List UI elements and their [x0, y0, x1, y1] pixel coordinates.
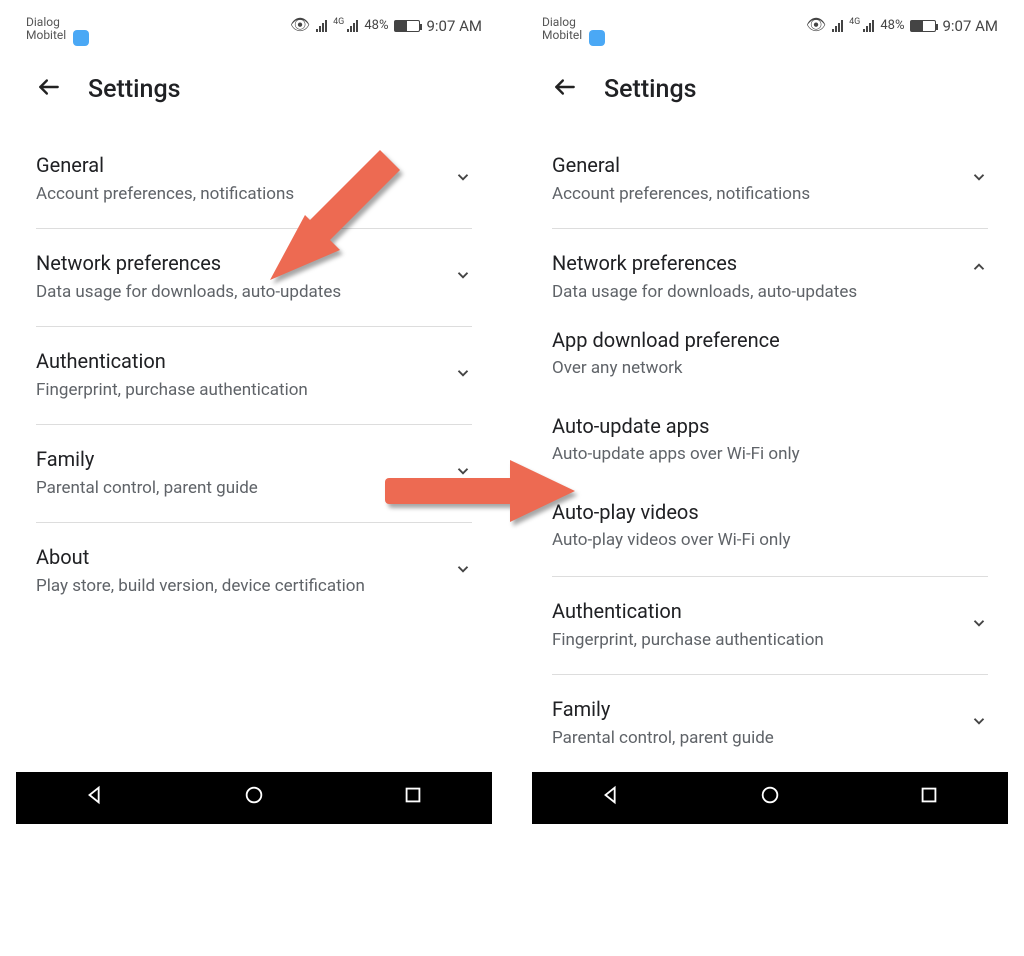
- chevron-down-icon: [970, 711, 988, 735]
- item-subtitle: Play store, build version, device certif…: [36, 575, 432, 598]
- item-title: Family: [36, 447, 432, 471]
- phone-screenshot-right: Dialog Mobitel 👁 4G 48% 9:07 AM Settings: [532, 10, 1008, 824]
- item-subtitle: Parental control, parent guide: [552, 727, 948, 750]
- chevron-up-icon: [970, 257, 988, 281]
- item-title: General: [36, 153, 432, 177]
- item-subtitle: Data usage for downloads, auto-updates: [552, 281, 948, 304]
- phone-screenshot-left: Dialog Mobitel 👁 4G 48% 9:07 AM Settings: [16, 10, 492, 824]
- settings-subitem-auto-update-apps[interactable]: Auto-update apps Auto-update apps over W…: [552, 396, 988, 482]
- settings-subitem-auto-play-videos[interactable]: Auto-play videos Auto-play videos over W…: [552, 482, 988, 577]
- settings-item-family[interactable]: Family Parental control, parent guide: [552, 675, 988, 772]
- carrier-2: Mobitel: [542, 28, 582, 42]
- nav-back-button[interactable]: [600, 784, 622, 811]
- carrier-2: Mobitel: [26, 28, 66, 42]
- item-subtitle: Over any network: [552, 358, 948, 378]
- settings-subitem-app-download-preference[interactable]: App download preference Over any network: [552, 310, 988, 396]
- settings-item-about[interactable]: About Play store, build version, device …: [36, 523, 472, 620]
- item-subtitle: Fingerprint, purchase authentication: [36, 379, 432, 402]
- battery-percent: 48%: [880, 18, 904, 33]
- item-subtitle: Auto-play videos over Wi-Fi only: [552, 530, 948, 550]
- chevron-down-icon: [454, 265, 472, 289]
- settings-item-family[interactable]: Family Parental control, parent guide: [36, 425, 472, 523]
- chevron-down-icon: [970, 167, 988, 191]
- item-subtitle: Fingerprint, purchase authentication: [552, 629, 948, 652]
- battery-icon: [910, 20, 936, 32]
- settings-item-network[interactable]: Network preferences Data usage for downl…: [36, 229, 472, 327]
- chevron-down-icon: [454, 559, 472, 583]
- item-title: Auto-update apps: [552, 414, 948, 438]
- page-title: Settings: [604, 75, 697, 104]
- back-button[interactable]: [36, 74, 62, 105]
- settings-item-general[interactable]: General Account preferences, notificatio…: [552, 131, 988, 229]
- item-subtitle: Data usage for downloads, auto-updates: [36, 281, 432, 304]
- settings-list: General Account preferences, notificatio…: [532, 131, 1008, 772]
- lte-icon: 4G: [849, 17, 860, 27]
- android-nav-bar: [16, 772, 492, 824]
- clock: 9:07 AM: [426, 17, 482, 35]
- nav-back-button[interactable]: [84, 784, 106, 811]
- app-header: Settings: [532, 54, 1008, 131]
- item-subtitle: Account preferences, notifications: [36, 183, 432, 206]
- page-title: Settings: [88, 75, 181, 104]
- status-bar: Dialog Mobitel 👁 4G 48% 9:07 AM: [532, 10, 1008, 54]
- nav-recents-button[interactable]: [402, 784, 424, 811]
- chevron-down-icon: [454, 363, 472, 387]
- eye-comfort-icon: 👁: [806, 15, 826, 34]
- item-title: Network preferences: [36, 251, 432, 275]
- signal-bars-icon-2: [347, 20, 358, 32]
- item-title: About: [36, 545, 432, 569]
- back-button[interactable]: [552, 74, 578, 105]
- settings-list: General Account preferences, notificatio…: [16, 131, 492, 620]
- eye-comfort-icon: 👁: [290, 15, 310, 34]
- nav-home-button[interactable]: [243, 784, 265, 811]
- chevron-down-icon: [454, 461, 472, 485]
- item-title: Authentication: [36, 349, 432, 373]
- signal-bars-icon-2: [863, 20, 874, 32]
- nav-home-button[interactable]: [759, 784, 781, 811]
- battery-percent: 48%: [364, 18, 388, 33]
- item-title: Authentication: [552, 599, 948, 623]
- app-header: Settings: [16, 54, 492, 131]
- signal-bars-icon: [316, 20, 327, 32]
- signal-bars-icon: [832, 20, 843, 32]
- clock: 9:07 AM: [942, 17, 998, 35]
- item-subtitle: Auto-update apps over Wi-Fi only: [552, 444, 948, 464]
- item-title: Auto-play videos: [552, 500, 948, 524]
- item-title: Family: [552, 697, 948, 721]
- notification-icon: [589, 30, 605, 46]
- settings-item-authentication[interactable]: Authentication Fingerprint, purchase aut…: [36, 327, 472, 425]
- settings-item-authentication[interactable]: Authentication Fingerprint, purchase aut…: [552, 577, 988, 675]
- notification-icon: [73, 30, 89, 46]
- nav-recents-button[interactable]: [918, 784, 940, 811]
- item-subtitle: Parental control, parent guide: [36, 477, 432, 500]
- lte-icon: 4G: [333, 17, 344, 27]
- battery-icon: [394, 20, 420, 32]
- item-subtitle: Account preferences, notifications: [552, 183, 948, 206]
- item-title: General: [552, 153, 948, 177]
- settings-item-network[interactable]: Network preferences Data usage for downl…: [552, 229, 988, 310]
- item-title: Network preferences: [552, 251, 948, 275]
- android-nav-bar: [532, 772, 1008, 824]
- chevron-down-icon: [970, 613, 988, 637]
- chevron-down-icon: [454, 167, 472, 191]
- settings-item-general[interactable]: General Account preferences, notificatio…: [36, 131, 472, 229]
- status-bar: Dialog Mobitel 👁 4G 48% 9:07 AM: [16, 10, 492, 54]
- item-title: App download preference: [552, 328, 948, 352]
